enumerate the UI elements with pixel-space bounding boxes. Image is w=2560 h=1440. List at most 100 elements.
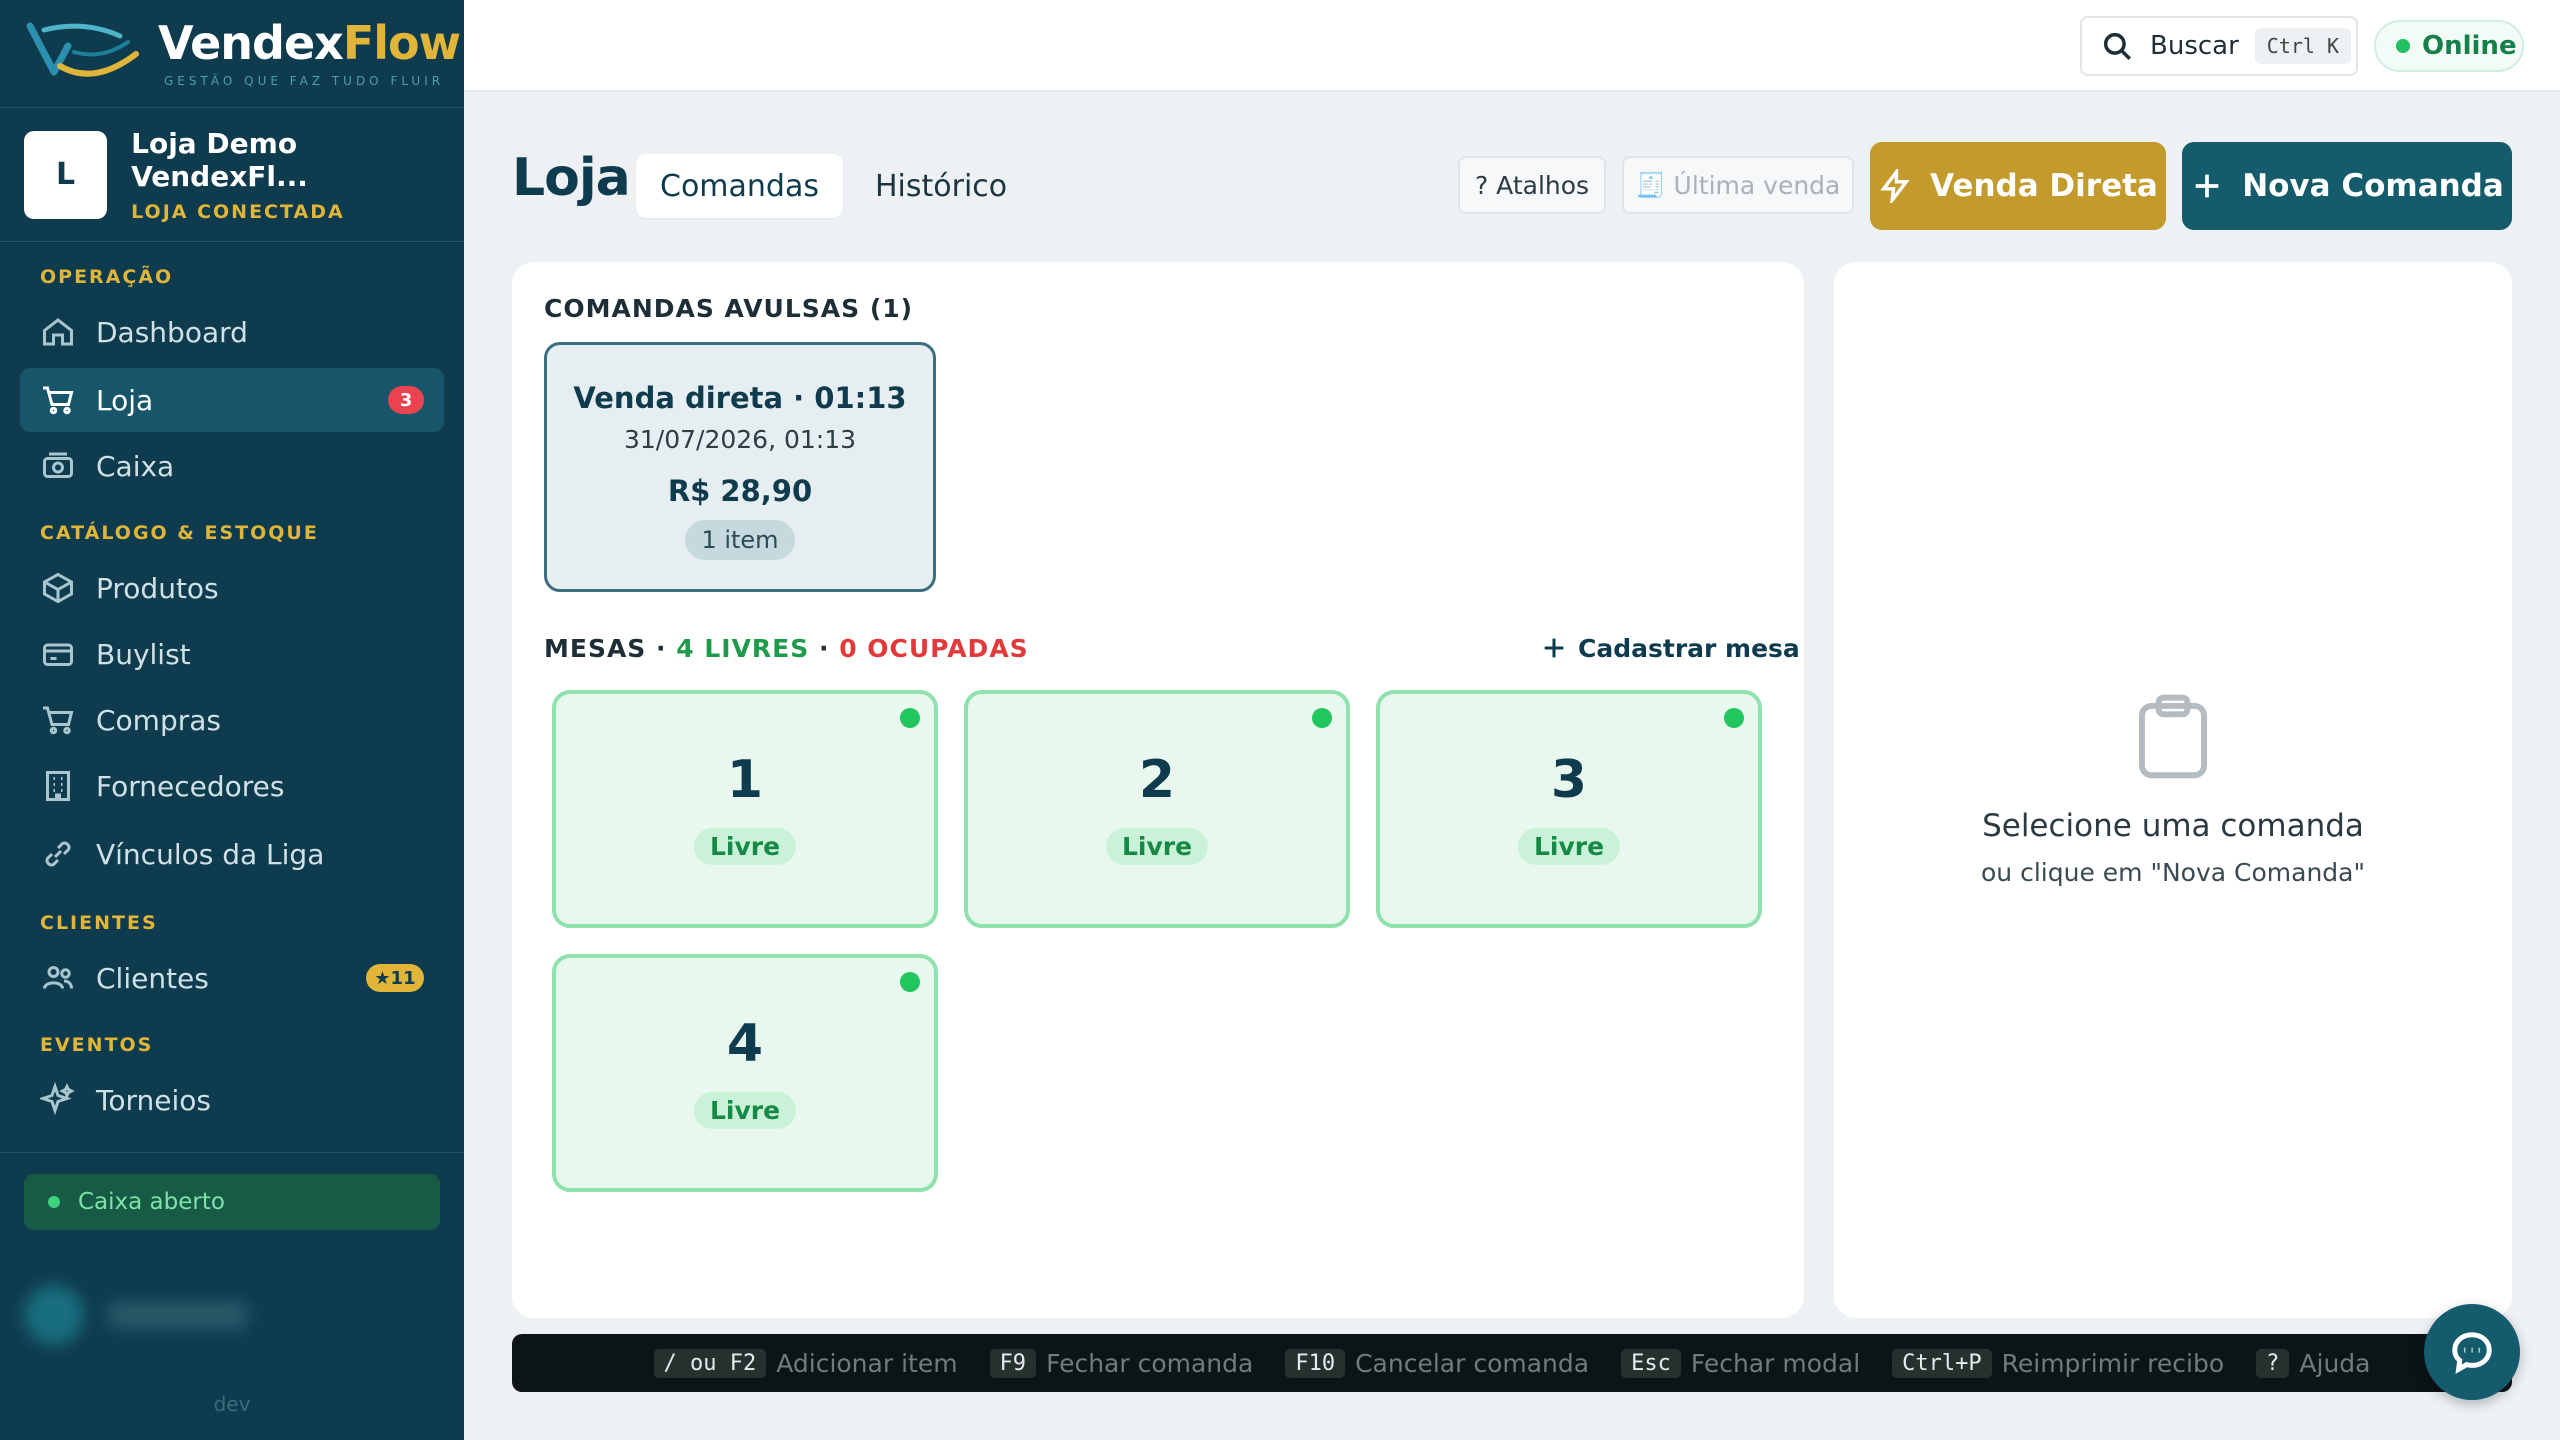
user-profile[interactable] [24, 1270, 440, 1360]
sidebar-item-caixa[interactable]: Caixa [20, 434, 444, 498]
mesa-card-2[interactable]: 2 Livre [964, 690, 1350, 928]
avatar [24, 1285, 84, 1345]
sidebar: VendexFlow GESTÃO QUE FAZ TUDO FLUIR L L… [0, 0, 464, 1440]
status-dot-icon [48, 1196, 60, 1208]
shortcut-cancelar-comanda: F10 Cancelar comanda [1285, 1348, 1589, 1378]
card-icon [43, 643, 73, 666]
sidebar-divider [0, 1152, 464, 1153]
shortcut-key: Esc [1621, 1348, 1681, 1378]
shortcut-fechar-comanda: F9 Fechar comanda [989, 1348, 1253, 1378]
shortcut-key: / ou F2 [653, 1348, 767, 1378]
mesas-livres: 4 LIVRES [676, 634, 810, 663]
connection-status-badge: Online [2374, 20, 2524, 72]
nova-comanda-button[interactable]: Nova Comanda [2182, 142, 2512, 230]
nav-section-eventos: EVENTOS [40, 1034, 154, 1056]
users-icon [43, 966, 73, 989]
keyboard-shortcuts-bar: / ou F2 Adicionar item F9 Fechar comanda F… [512, 1334, 2512, 1392]
atalhos-button[interactable]: ? Atalhos [1458, 156, 1606, 214]
chat-bubble-icon [2452, 1332, 2492, 1374]
brand[interactable]: VendexFlow GESTÃO QUE FAZ TUDO FLUIR [0, 0, 464, 108]
sidebar-item-compras[interactable]: Compras [20, 688, 444, 752]
shortcut-adicionar-item: / ou F2 Adicionar item [653, 1348, 958, 1378]
comanda-total: R$ 28,90 [667, 474, 813, 508]
tab-comandas[interactable]: Comandas [636, 154, 843, 218]
brand-tagline: GESTÃO QUE FAZ TUDO FLUIR [164, 73, 445, 88]
mesa-number: 4 [726, 1014, 764, 1074]
mesa-number: 2 [1138, 750, 1176, 810]
mesa-status-badge: Livre [693, 1092, 797, 1129]
comandas-avulsas-heading: COMANDAS AVULSAS (1) [544, 294, 914, 323]
sidebar-item-fornecedores[interactable]: Fornecedores [20, 754, 444, 818]
shortcut-ajuda: ? Ajuda [2256, 1348, 2370, 1378]
clientes-badge: ★11 [366, 964, 424, 992]
comanda-item-count: 1 item [685, 520, 795, 560]
mesas-ocupadas: 0 OCUPADAS [839, 634, 1029, 663]
comanda-detail-panel: Selecione uma comanda ou clique em "Nova… [1834, 262, 2512, 1318]
view-tabs: Comandas Histórico [636, 154, 1031, 218]
mesa-card-1[interactable]: 1 Livre [552, 690, 938, 928]
shortcut-key: ? [2256, 1348, 2290, 1378]
mesa-status-badge: Livre [1105, 828, 1209, 865]
cash-register-icon [43, 452, 73, 478]
sidebar-item-torneios[interactable]: Torneios [20, 1068, 444, 1132]
empty-state-title: Selecione uma comanda [1982, 808, 2364, 844]
shortcut-fechar-modal: Esc Fechar modal [1621, 1348, 1860, 1378]
page-title: Loja [512, 148, 631, 208]
link-icon [45, 841, 71, 867]
chat-support-button[interactable] [2424, 1304, 2520, 1400]
loja-count-badge: 3 [388, 386, 424, 414]
sidebar-item-vinculos[interactable]: Vínculos da Liga [20, 822, 444, 886]
venda-direta-button[interactable]: Venda Direta [1870, 142, 2166, 230]
search-shortcut-kbd: Ctrl K [2254, 28, 2352, 64]
env-label: dev [213, 1392, 251, 1416]
sidebar-item-loja[interactable]: Loja 3 [20, 368, 444, 432]
free-status-dot-icon [1312, 708, 1332, 728]
vendexflow-logo-icon [26, 22, 139, 77]
empty-state-subtitle: ou clique em "Nova Comanda" [1981, 858, 2365, 887]
mesa-status-badge: Livre [1517, 828, 1621, 865]
shortcut-reimprimir-recibo: Ctrl+P Reimprimir recibo [1892, 1348, 2224, 1378]
mesa-card-3[interactable]: 3 Livre [1376, 690, 1762, 928]
plus-icon [2195, 174, 2219, 198]
comanda-card[interactable]: Venda direta · 01:13 31/07/2026, 01:13 R… [544, 342, 936, 592]
search-label: Buscar [2150, 31, 2239, 61]
sidebar-item-clientes[interactable]: Clientes ★11 [20, 946, 444, 1010]
mesa-number: 3 [1550, 750, 1588, 810]
search-icon [2103, 32, 2132, 61]
store-status: LOJA CONECTADA [131, 200, 345, 223]
comanda-title: Venda direta · 01:13 [573, 381, 907, 415]
mesas-heading: MESAS · 4 LIVRES · 0 OCUPADAS [544, 634, 1029, 663]
nav-section-catalogo: CATÁLOGO & ESTOQUE [40, 522, 319, 544]
store-switcher[interactable]: L Loja Demo VendexFl... LOJA CONECTADA [0, 108, 464, 242]
store-avatar: L [24, 130, 108, 219]
ultima-venda-button[interactable]: 🧾 Última venda [1622, 156, 1854, 214]
store-name: Loja Demo VendexFl... [131, 126, 308, 193]
comandas-panel: COMANDAS AVULSAS (1) Venda direta · 01:1… [512, 262, 1804, 1318]
online-dot-icon [2396, 39, 2410, 53]
caixa-status-pill[interactable]: Caixa aberto [24, 1174, 440, 1230]
mesa-number: 1 [726, 750, 764, 810]
sidebar-item-buylist[interactable]: Buylist [20, 622, 444, 686]
receipt-icon: 🧾 [1635, 171, 1666, 199]
sidebar-item-dashboard[interactable]: Dashboard [20, 300, 444, 364]
free-status-dot-icon [900, 972, 920, 992]
free-status-dot-icon [1724, 708, 1744, 728]
plus-icon [1544, 638, 1564, 658]
search-button[interactable]: Buscar Ctrl K [2080, 16, 2358, 76]
tab-historico[interactable]: Histórico [851, 154, 1031, 218]
mesa-card-4[interactable]: 4 Livre [552, 954, 938, 1192]
clipboard-icon [2138, 694, 2208, 779]
shortcut-key: Ctrl+P [1892, 1348, 1992, 1378]
home-icon [43, 318, 73, 346]
comanda-datetime: 31/07/2026, 01:13 [623, 425, 857, 454]
sidebar-item-produtos[interactable]: Produtos [20, 556, 444, 620]
nav-section-operacao: OPERAÇÃO [40, 266, 174, 288]
sparkles-icon [40, 1082, 75, 1116]
mesa-status-badge: Livre [693, 828, 797, 865]
cadastrar-mesa-button[interactable]: Cadastrar mesa [1540, 630, 1800, 666]
cart-icon [43, 386, 74, 415]
nav-section-clientes: CLIENTES [40, 912, 158, 934]
building-icon [46, 771, 70, 801]
lightning-icon [1880, 169, 1910, 203]
box-icon [43, 572, 73, 604]
